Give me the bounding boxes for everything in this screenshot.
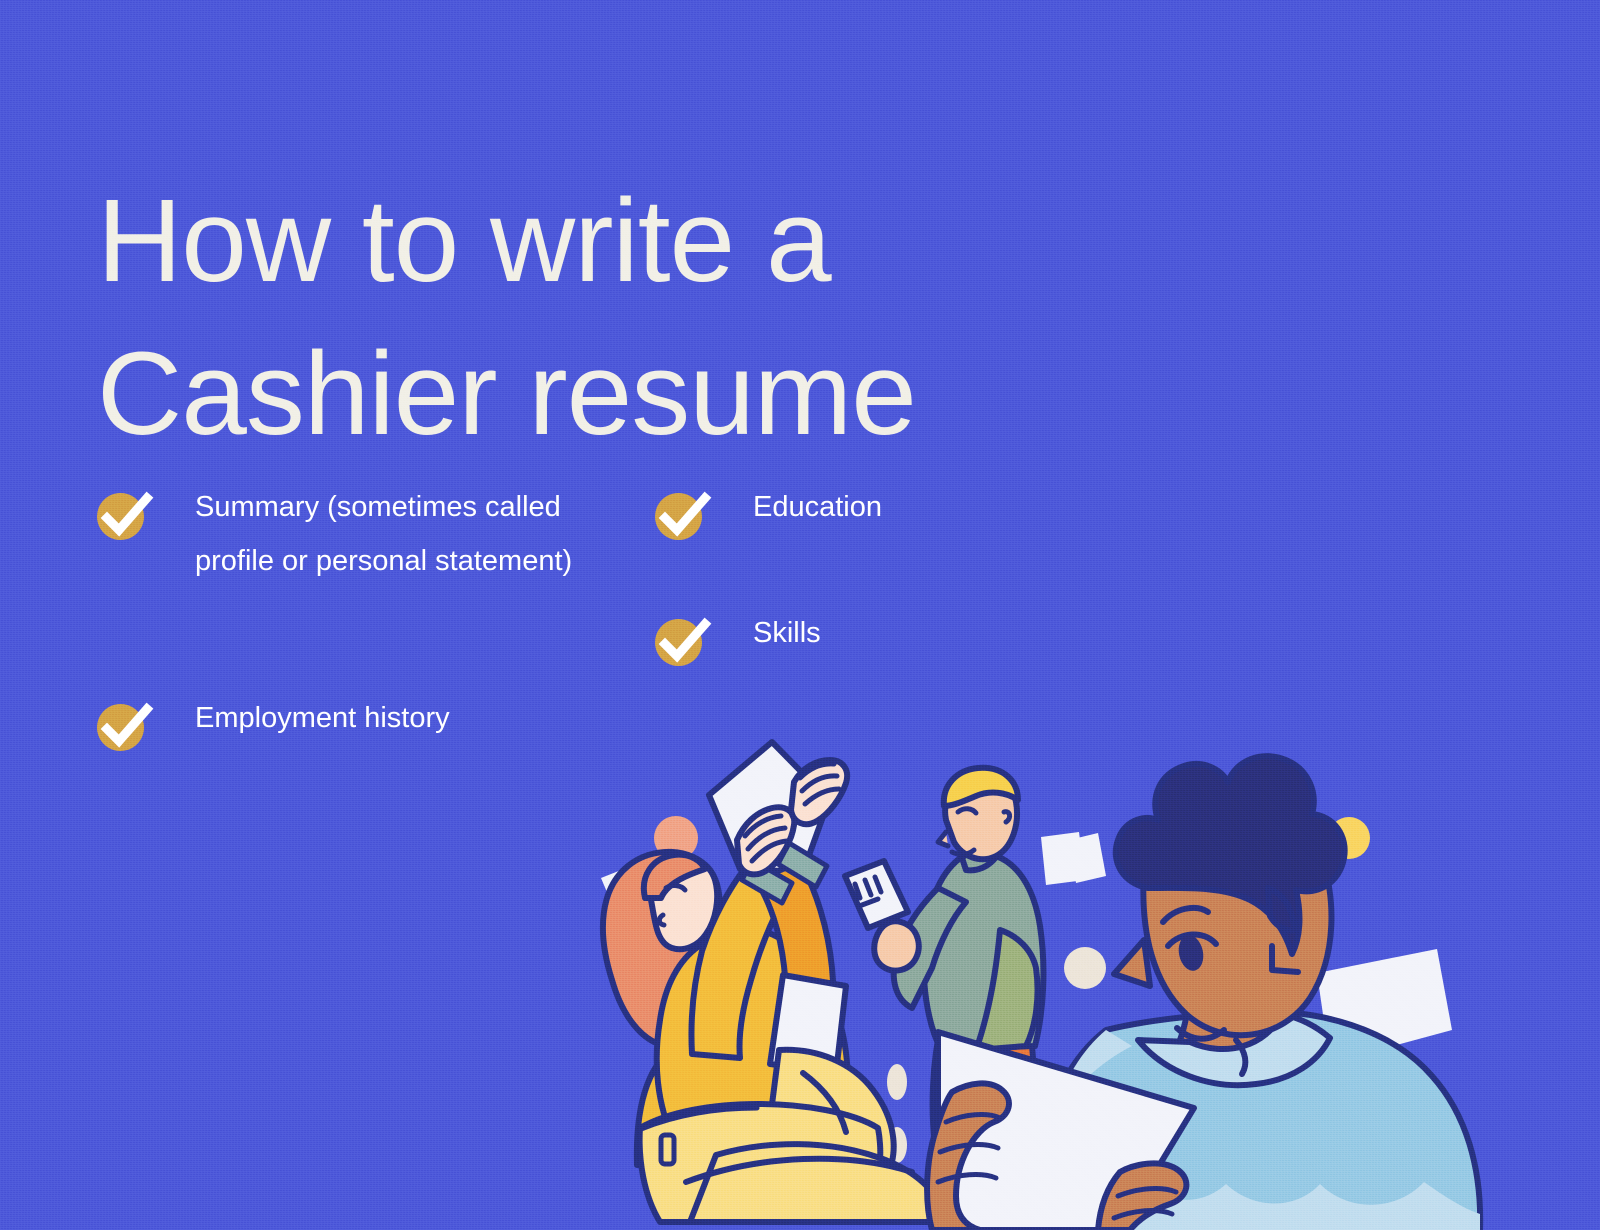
checklist-item-label: Employment history [195, 702, 450, 735]
big-man-nose [1111, 937, 1153, 989]
checklist-column-right: Education Skills [655, 487, 1085, 739]
cream-dash-dot-1 [887, 1064, 907, 1100]
checklist-column-left: Summary (sometimes called profile or per… [97, 487, 617, 792]
poster-canvas: How to write a Cashier resume Summary (s… [0, 0, 1600, 1230]
check-circle-icon [97, 489, 154, 540]
checklist-item-employment-history[interactable]: Employment history [97, 698, 617, 752]
check-circle-icon [655, 615, 712, 666]
checklist-item-skills[interactable]: Skills [655, 613, 1085, 666]
check-circle-icon [655, 489, 712, 540]
check-circle-icon [97, 700, 154, 752]
checklist-item-label: Summary (sometimes called profile or per… [195, 491, 573, 578]
checklist-item-label: Skills [753, 617, 821, 649]
phone [842, 858, 911, 931]
checklist-item-education[interactable]: Education [655, 487, 1085, 540]
page-title: How to write a Cashier resume [97, 175, 917, 461]
cream-dot [1064, 947, 1106, 989]
man-hand [871, 918, 922, 974]
man-nose [935, 829, 951, 849]
checklist-item-summary[interactable]: Summary (sometimes called profile or per… [97, 487, 617, 588]
checklist-item-label: Education [753, 491, 882, 523]
